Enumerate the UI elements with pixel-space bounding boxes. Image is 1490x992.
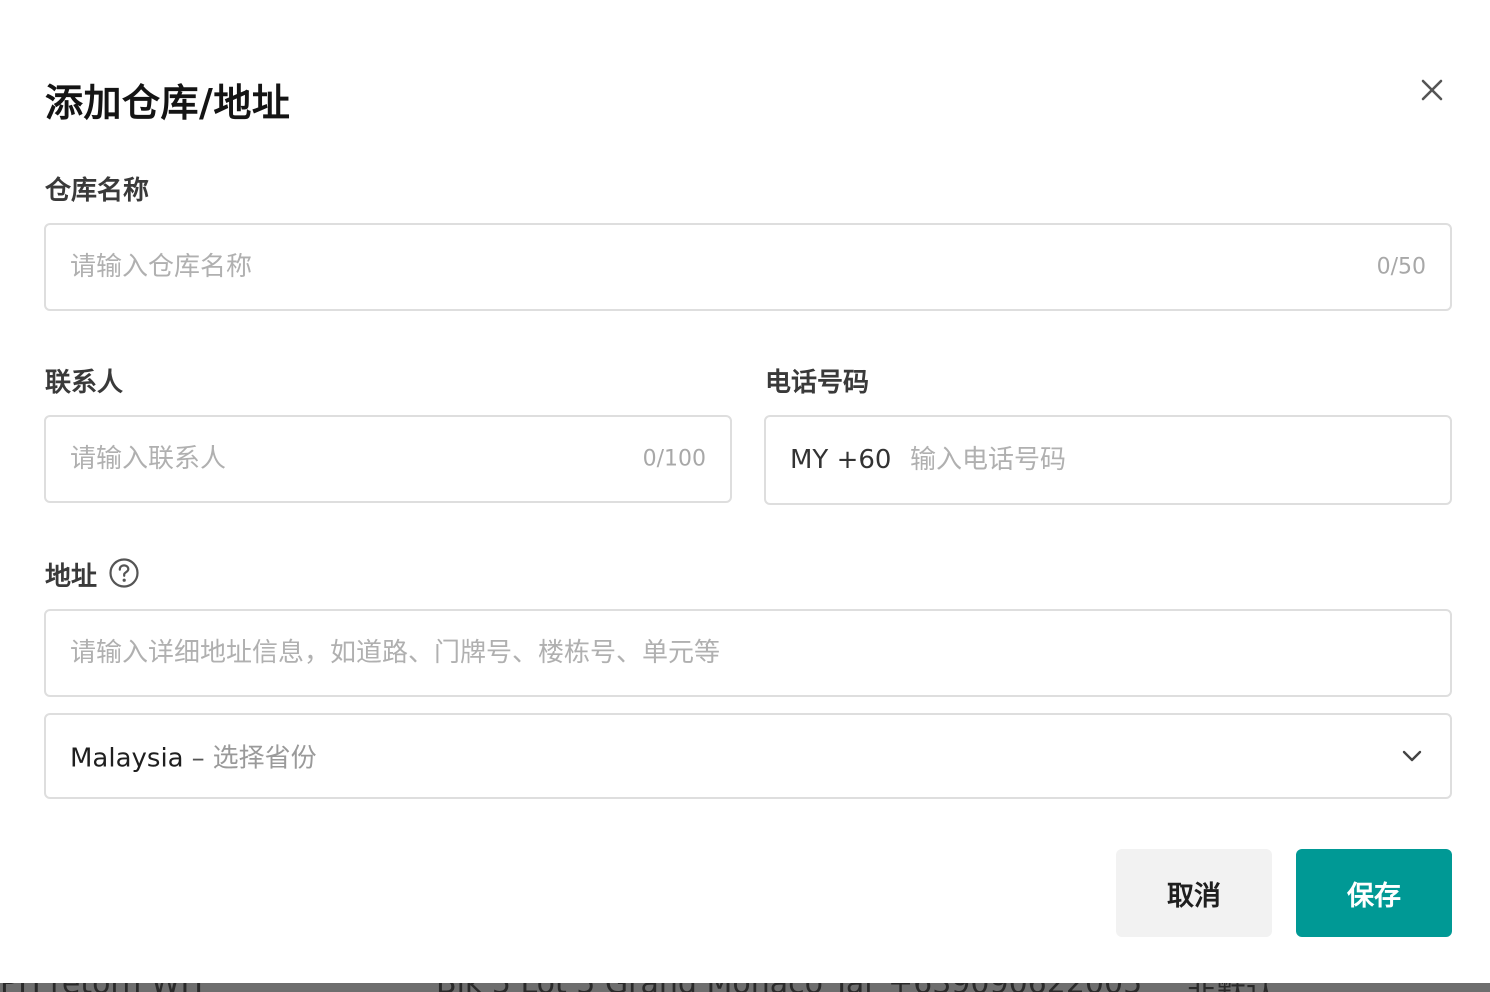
- dialog-title: 添加仓库/地址: [45, 81, 291, 125]
- contact-label: 联系人: [45, 368, 124, 398]
- province-select-text: Malaysia – 选择省份: [70, 738, 317, 775]
- background-cell: PH retorn WH: [0, 982, 203, 992]
- phone-country-code[interactable]: MY +60: [790, 445, 891, 475]
- cancel-button[interactable]: 取消: [1116, 849, 1272, 937]
- warehouse-name-input[interactable]: [70, 225, 1330, 309]
- address-label: 地址: [45, 562, 98, 592]
- question-circle-icon[interactable]: [108, 557, 140, 589]
- province-placeholder: 选择省份: [212, 743, 317, 774]
- select-separator: –: [191, 743, 205, 774]
- phone-input[interactable]: [910, 417, 1410, 503]
- phone-field: MY +60: [764, 415, 1452, 505]
- save-button[interactable]: 保存: [1296, 849, 1452, 937]
- warehouse-name-field: 0/50: [44, 223, 1452, 311]
- phone-label: 电话号码: [765, 368, 870, 398]
- background-table-row: PH retorn WH Blk 5 Lot 5 Grand Monaco Ta…: [0, 982, 1490, 992]
- warehouse-name-counter: 0/50: [1376, 254, 1426, 280]
- background-cell: Blk 5 Lot 5 Grand Monaco Tal: [436, 982, 873, 992]
- chevron-down-icon: [1402, 750, 1422, 762]
- background-cell: 非默认: [1186, 982, 1276, 992]
- warehouse-name-label: 仓库名称: [45, 176, 150, 206]
- contact-input[interactable]: [70, 417, 610, 501]
- contact-counter: 0/100: [642, 446, 706, 472]
- background-cell: +639090622005: [888, 982, 1142, 992]
- selected-country: Malaysia: [70, 743, 184, 774]
- address-detail-input[interactable]: [70, 611, 1410, 695]
- address-detail-field: [44, 609, 1452, 697]
- province-select[interactable]: Malaysia – 选择省份: [44, 713, 1452, 799]
- contact-field: 0/100: [44, 415, 732, 503]
- add-warehouse-dialog: 添加仓库/地址 仓库名称 0/50 联系人 0/100 电话号码 MY +60 …: [0, 0, 1490, 983]
- close-icon[interactable]: [1414, 72, 1450, 108]
